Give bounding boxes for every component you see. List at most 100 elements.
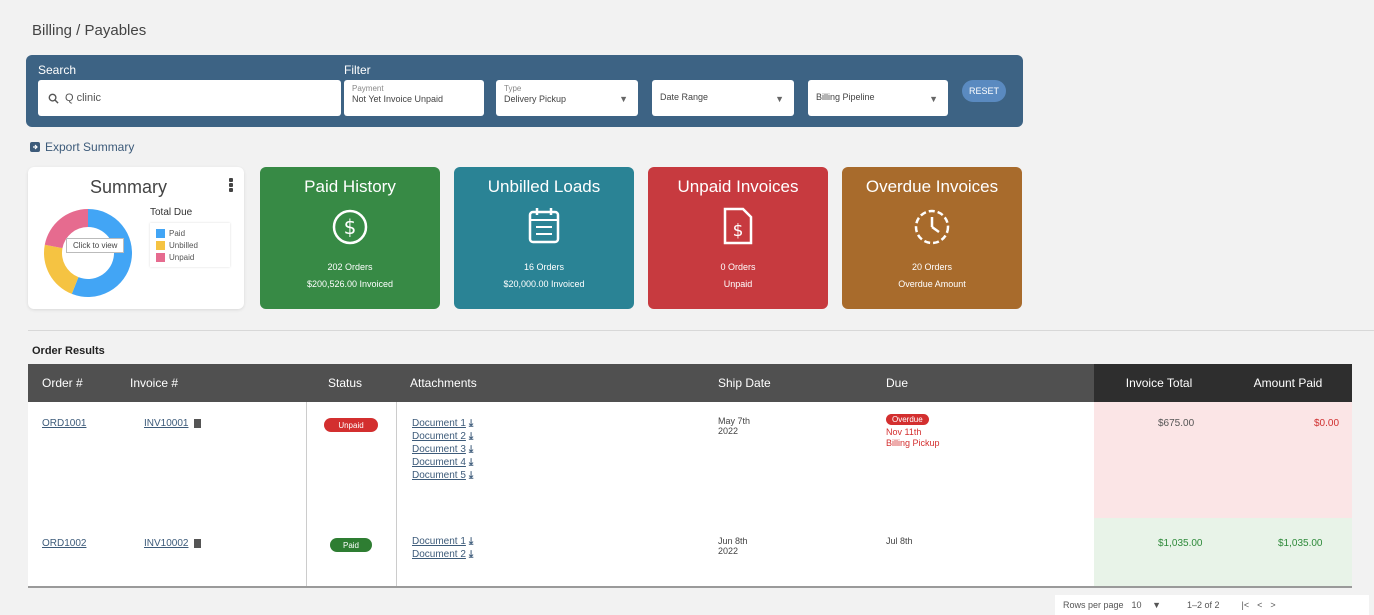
attachment-item[interactable]: Document 2 ⤓ (412, 549, 473, 562)
tile-order-count: 0 Orders (720, 262, 756, 272)
column-header-invoice[interactable]: Invoice # (130, 364, 178, 402)
chevron-down-icon: ▼ (619, 94, 628, 104)
attachment-item[interactable]: Document 2 ⤓ (412, 431, 473, 444)
search-value: Q clinic (65, 92, 102, 104)
legend-item-paid: Paid (156, 227, 224, 239)
legend-label: Unbilled (169, 240, 198, 250)
summary-title: Summary (90, 177, 168, 197)
column-header-invoice-total[interactable]: Invoice Total (1094, 364, 1224, 402)
order-results-title: Order Results (32, 345, 105, 357)
invoice-link[interactable]: INV10001 (144, 418, 188, 429)
amount-paid: $0.00 (1314, 418, 1340, 429)
svg-text:$: $ (733, 221, 744, 241)
tile-order-count: 202 Orders (327, 262, 373, 272)
legend-swatch (156, 228, 165, 238)
first-page-icon[interactable]: |< (1242, 600, 1250, 610)
status-badge: Paid (330, 538, 372, 552)
tile-title: Paid History (304, 177, 396, 196)
payment-filter-caption: Payment (352, 84, 384, 93)
chevron-down-icon: ▼ (929, 94, 938, 104)
legend-swatch (156, 252, 165, 262)
attachment-link[interactable]: Document 1 (412, 418, 466, 429)
column-header-attachments[interactable]: Attachments (410, 364, 477, 402)
column-header-amount-paid[interactable]: Amount Paid (1224, 364, 1352, 402)
download-icon[interactable]: ⤓ (469, 431, 473, 442)
attachment-link[interactable]: Document 2 (412, 549, 466, 560)
unpaid-invoices-tile[interactable]: Unpaid Invoices $ 0 Orders Unpaid (648, 167, 828, 309)
attachment-item[interactable]: Document 3 ⤓ (412, 444, 473, 457)
tile-title: Unbilled Loads (487, 177, 601, 196)
unbilled-loads-tile[interactable]: Unbilled Loads 16 Orders $20,000.00 Invo… (454, 167, 634, 309)
column-header-due[interactable]: Due (886, 364, 908, 402)
download-icon[interactable]: ⤓ (469, 418, 473, 429)
billing-pipeline-select[interactable]: Billing Pipeline ▼ (808, 80, 948, 116)
ship-date-cell: May 7th 2022 (718, 416, 750, 436)
tile-amount: $20,000.00 Invoiced (503, 279, 585, 289)
column-header-ship-date[interactable]: Ship Date (718, 364, 771, 402)
tile-amount: $200,526.00 Invoiced (306, 279, 394, 289)
attachments-list: Document 1 ⤓ Document 2 ⤓ (412, 536, 473, 562)
attachment-item[interactable]: Document 1 ⤓ (412, 418, 473, 431)
invoice-total: $1,035.00 (1158, 538, 1203, 549)
attachment-item[interactable]: Document 1 ⤓ (412, 536, 473, 549)
clock-icon (912, 207, 952, 252)
type-filter-caption: Type (504, 84, 522, 93)
more-options-icon[interactable] (228, 177, 234, 195)
overdue-badge: Overdue (886, 414, 929, 425)
column-header-order[interactable]: Order # (42, 364, 83, 402)
column-header-status[interactable]: Status (328, 364, 362, 402)
document-icon[interactable] (194, 418, 202, 428)
table-footer-line (28, 586, 1352, 588)
tile-order-count: 20 Orders (911, 262, 953, 272)
order-link[interactable]: ORD1001 (42, 418, 86, 429)
summary-donut-chart[interactable] (40, 205, 136, 301)
filter-label: Filter (344, 63, 371, 77)
invoice-link[interactable]: INV10002 (144, 538, 188, 549)
section-divider (28, 330, 1374, 331)
date-range-select[interactable]: Date Range ▼ (652, 80, 794, 116)
search-input[interactable]: Q clinic (38, 80, 341, 116)
ship-date-line: Jun 8th (718, 536, 748, 546)
overdue-invoices-tile[interactable]: Overdue Invoices 20 Orders Overdue Amoun… (842, 167, 1022, 309)
paid-history-tile[interactable]: Paid History $ 202 Orders $200,526.00 In… (260, 167, 440, 309)
export-icon (30, 142, 40, 152)
download-icon[interactable]: ⤓ (469, 470, 473, 481)
pagination: Rows per page 10 ▼ 1–2 of 2 |< < > (1055, 595, 1369, 615)
export-summary-link[interactable]: Export Summary (30, 140, 134, 154)
tile-amount: Overdue Amount (898, 279, 966, 289)
ship-date-cell: Jun 8th 2022 (718, 536, 748, 556)
tile-order-count: 16 Orders (523, 262, 565, 272)
type-filter-select[interactable]: Type Delivery Pickup ▼ (496, 80, 638, 116)
prev-page-icon[interactable]: < (1257, 600, 1262, 610)
attachment-link[interactable]: Document 1 (412, 536, 466, 547)
rows-per-page-select[interactable]: 10 ▼ (1132, 600, 1161, 610)
rows-per-page-value: 10 (1131, 600, 1142, 610)
summary-legend: Paid Unbilled Unpaid (150, 223, 230, 267)
page-title: Billing / Payables (32, 22, 147, 39)
payment-filter-value: Not Yet Invoice Unpaid (352, 94, 444, 104)
invoice-total: $675.00 (1158, 418, 1195, 429)
download-icon[interactable]: ⤓ (469, 549, 473, 560)
attachment-link[interactable]: Document 3 (412, 444, 466, 455)
document-icon[interactable] (194, 538, 202, 548)
table-row[interactable]: ORD1002 INV10002 Paid Document 1 ⤓ Docume… (28, 518, 1352, 586)
attachment-link[interactable]: Document 2 (412, 431, 466, 442)
reset-button[interactable]: RESET (962, 80, 1006, 102)
table-row[interactable]: ORD1001 INV10001 Unpaid Document 1 ⤓ Docu… (28, 402, 1352, 518)
export-summary-label: Export Summary (45, 140, 135, 154)
next-page-icon[interactable]: > (1270, 600, 1275, 610)
download-icon[interactable]: ⤓ (469, 536, 473, 547)
chevron-down-icon: ▼ (775, 94, 784, 104)
ship-date-line: May 7th (718, 416, 751, 426)
attachment-item[interactable]: Document 5 ⤓ (412, 470, 473, 483)
download-icon[interactable]: ⤓ (469, 457, 473, 468)
payment-filter-select[interactable]: Payment Not Yet Invoice Unpaid (344, 80, 484, 116)
attachment-item[interactable]: Document 4 ⤓ (412, 457, 473, 470)
legend-label: Paid (169, 228, 186, 238)
attachment-link[interactable]: Document 5 (412, 470, 466, 481)
order-link[interactable]: ORD1002 (42, 538, 86, 549)
due-date: Jul 8th (886, 536, 913, 546)
billing-pipeline-value: Billing Pipeline (816, 92, 875, 102)
attachment-link[interactable]: Document 4 (412, 457, 466, 468)
download-icon[interactable]: ⤓ (469, 444, 473, 455)
